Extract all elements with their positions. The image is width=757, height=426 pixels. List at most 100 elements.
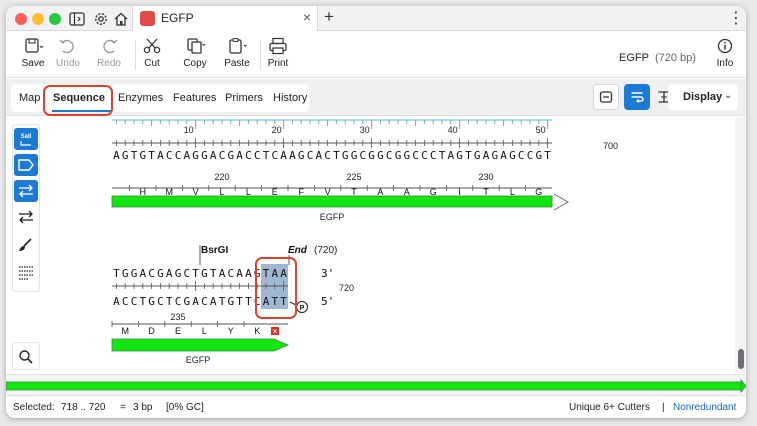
sequence-canvas[interactable]: 10 20 30 40 50 700 AGTGTACCAGGACGACCTCAAGCAC… — [46, 117, 734, 373]
base[interactable]: C — [157, 295, 164, 308]
base[interactable]: T — [192, 267, 199, 280]
base[interactable]: C — [359, 149, 366, 162]
block1-feature-egfp[interactable] — [111, 193, 570, 211]
close-tab-icon[interactable]: × — [303, 9, 311, 25]
base[interactable]: C — [245, 149, 252, 162]
base[interactable]: G — [377, 149, 384, 162]
base[interactable]: C — [421, 149, 428, 162]
overview-feature-egfp[interactable] — [6, 381, 742, 391]
redo-button[interactable]: Redo — [86, 35, 132, 75]
base[interactable]: G — [535, 149, 542, 162]
base[interactable]: C — [412, 149, 419, 162]
base[interactable]: G — [509, 149, 516, 162]
wrap-sequence-button[interactable] — [624, 84, 650, 110]
base[interactable]: A — [192, 295, 199, 308]
base[interactable]: A — [245, 267, 252, 280]
base[interactable]: T — [333, 149, 340, 162]
bases-button[interactable] — [14, 261, 38, 283]
tab-map[interactable]: Map — [19, 92, 40, 104]
base[interactable]: A — [166, 267, 173, 280]
base[interactable]: T — [210, 267, 217, 280]
close-window-button[interactable] — [15, 13, 27, 25]
minimize-window-button[interactable] — [32, 13, 44, 25]
base[interactable]: G — [192, 149, 199, 162]
bsrgi-site[interactable]: BsrGI — [199, 245, 228, 265]
base[interactable]: A — [315, 149, 322, 162]
base[interactable]: A — [113, 295, 120, 308]
paste-button[interactable]: Paste — [214, 35, 260, 75]
base[interactable]: C — [227, 267, 234, 280]
base[interactable]: C — [307, 149, 314, 162]
block2-feature-egfp[interactable] — [111, 338, 290, 352]
tab-enzymes[interactable]: Enzymes — [118, 92, 163, 104]
base[interactable]: G — [201, 267, 208, 280]
base[interactable]: G — [474, 149, 481, 162]
base[interactable]: T — [131, 149, 138, 162]
base[interactable]: G — [342, 149, 349, 162]
base[interactable]: A — [139, 267, 146, 280]
base[interactable]: A — [236, 149, 243, 162]
enzyme-set-selector[interactable]: Unique 6+ Cutters — [569, 402, 650, 413]
base[interactable]: G — [157, 267, 164, 280]
base[interactable]: G — [131, 267, 138, 280]
base[interactable]: G — [227, 149, 234, 162]
base[interactable]: C — [175, 149, 182, 162]
base[interactable]: G — [298, 149, 305, 162]
show-translation-button[interactable] — [14, 180, 38, 202]
tab-history[interactable]: History — [273, 92, 307, 104]
show-primers-button[interactable] — [14, 206, 38, 228]
base[interactable]: G — [491, 149, 498, 162]
base[interactable]: C — [122, 295, 129, 308]
base[interactable]: A — [263, 295, 270, 308]
base[interactable]: T — [263, 149, 270, 162]
base[interactable]: A — [447, 149, 454, 162]
scroll-thumb[interactable] — [738, 349, 744, 369]
base[interactable]: G — [122, 149, 129, 162]
base[interactable]: G — [175, 267, 182, 280]
base[interactable]: C — [219, 149, 226, 162]
show-features-button[interactable] — [14, 154, 38, 176]
base[interactable]: T — [439, 149, 446, 162]
base[interactable]: A — [483, 149, 490, 162]
base[interactable]: C — [166, 149, 173, 162]
sequence-overview-bar[interactable] — [6, 374, 746, 396]
new-tab-icon[interactable]: + — [324, 7, 334, 27]
base[interactable]: C — [430, 149, 437, 162]
base[interactable]: G — [351, 149, 358, 162]
base[interactable]: G — [201, 149, 208, 162]
print-button[interactable]: Print — [255, 35, 301, 75]
more-menu-icon[interactable]: ⋮ — [728, 8, 744, 28]
tab-features[interactable]: Features — [173, 92, 216, 104]
show-enzymes-button[interactable]: SalI — [14, 128, 38, 150]
base[interactable]: G — [403, 149, 410, 162]
base[interactable]: C — [518, 149, 525, 162]
sidebar-toggle-icon[interactable] — [68, 10, 86, 28]
base[interactable]: G — [139, 149, 146, 162]
base[interactable]: G — [254, 267, 261, 280]
home-icon[interactable] — [112, 10, 130, 28]
base[interactable]: T — [245, 295, 252, 308]
base[interactable]: A — [210, 149, 217, 162]
base[interactable]: G — [122, 267, 129, 280]
colors-button[interactable] — [14, 234, 38, 256]
base[interactable]: T — [263, 267, 270, 280]
base[interactable]: A — [236, 267, 243, 280]
base[interactable]: A — [210, 295, 217, 308]
base[interactable]: G — [183, 295, 190, 308]
base[interactable]: C — [254, 295, 261, 308]
base[interactable]: T — [236, 295, 243, 308]
base[interactable]: A — [271, 267, 278, 280]
undo-button[interactable]: Undo — [45, 35, 91, 75]
base[interactable]: T — [139, 295, 146, 308]
base[interactable]: C — [201, 295, 208, 308]
base[interactable]: C — [271, 149, 278, 162]
base[interactable]: C — [148, 267, 155, 280]
base[interactable]: T — [148, 149, 155, 162]
base[interactable]: T — [271, 295, 278, 308]
cut-button[interactable]: Cut — [129, 35, 175, 75]
block1-sequence[interactable]: AGTGTACCAGGACGACCTCAAGCACTGGCGGCGGCCCTAG… — [113, 149, 551, 162]
info-button[interactable]: Info — [702, 35, 746, 75]
base[interactable]: C — [527, 149, 534, 162]
base[interactable]: T — [113, 267, 120, 280]
base[interactable]: A — [280, 267, 287, 280]
